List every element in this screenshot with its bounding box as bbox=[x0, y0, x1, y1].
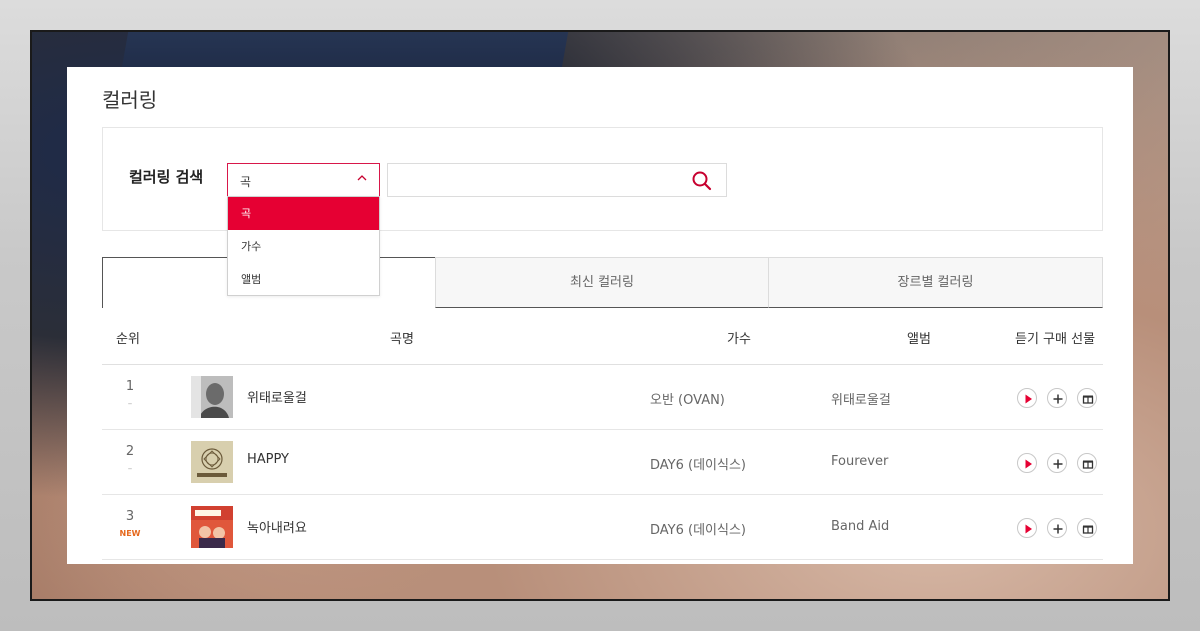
play-icon[interactable] bbox=[1017, 388, 1037, 408]
rank-change: – bbox=[127, 464, 133, 474]
rank-change: – bbox=[127, 399, 133, 409]
search-label: 컬러링 검색 bbox=[129, 168, 204, 186]
chevron-up-icon bbox=[357, 173, 367, 186]
gift-icon[interactable] bbox=[1077, 453, 1097, 473]
header-actions: 듣기 구매 선물 bbox=[1015, 332, 1096, 347]
search-type-value: 곡 bbox=[240, 175, 252, 189]
dropdown-option-album[interactable]: 앨범 bbox=[228, 263, 379, 296]
album-art[interactable] bbox=[191, 506, 233, 548]
table-row: 2 – HAPPY DAY6 (데이식스) Fourever bbox=[102, 430, 1103, 495]
dropdown-option-song[interactable]: 곡 bbox=[228, 197, 379, 230]
header-song: 곡명 bbox=[390, 332, 414, 347]
album-art[interactable] bbox=[191, 441, 233, 483]
page-title: 컬러링 bbox=[102, 88, 158, 112]
dropdown-option-artist[interactable]: 가수 bbox=[228, 230, 379, 263]
search-input[interactable] bbox=[387, 163, 727, 197]
table-header: 순위 곡명 가수 앨범 듣기 구매 선물 bbox=[102, 308, 1103, 365]
header-rank: 순위 bbox=[116, 332, 140, 347]
rank-change-new: NEW bbox=[119, 529, 141, 538]
rank-number: 1 bbox=[125, 379, 135, 394]
tab-latest[interactable]: 최신 컬러링 bbox=[435, 257, 769, 308]
song-title[interactable]: 위태로울걸 bbox=[247, 387, 307, 406]
search-type-dropdown: 곡 가수 앨범 bbox=[227, 196, 380, 296]
album-name[interactable]: Band Aid bbox=[831, 519, 889, 534]
plus-icon[interactable] bbox=[1047, 453, 1067, 473]
artist-name[interactable]: DAY6 (데이식스) bbox=[650, 519, 746, 538]
album-name[interactable]: 위태로울걸 bbox=[831, 389, 891, 408]
rank-number: 2 bbox=[125, 444, 135, 459]
artist-name[interactable]: DAY6 (데이식스) bbox=[650, 454, 746, 473]
play-icon[interactable] bbox=[1017, 518, 1037, 538]
plus-icon[interactable] bbox=[1047, 518, 1067, 538]
plus-icon[interactable] bbox=[1047, 388, 1067, 408]
search-icon[interactable] bbox=[689, 168, 715, 194]
header-artist: 가수 bbox=[727, 332, 751, 347]
gift-icon[interactable] bbox=[1077, 518, 1097, 538]
album-art[interactable] bbox=[191, 376, 233, 418]
artist-name[interactable]: 오반 (OVAN) bbox=[650, 389, 725, 408]
song-title[interactable]: HAPPY bbox=[247, 452, 289, 467]
album-name[interactable]: Fourever bbox=[831, 454, 888, 469]
song-title[interactable]: 녹아내려요 bbox=[247, 517, 307, 536]
play-icon[interactable] bbox=[1017, 453, 1037, 473]
search-type-select[interactable]: 곡 bbox=[227, 163, 380, 197]
header-album: 앨범 bbox=[907, 332, 931, 347]
coloring-panel: 컬러링 컬러링 검색 곡 곡 가수 앨범 최신 컬러링 장르별 컬러링 순위 곡… bbox=[67, 67, 1133, 564]
rank-number: 3 bbox=[125, 509, 135, 524]
tab-genre[interactable]: 장르별 컬러링 bbox=[768, 257, 1103, 308]
gift-icon[interactable] bbox=[1077, 388, 1097, 408]
table-row: 1 – 위태로울걸 오반 (OVAN) 위태로울걸 bbox=[102, 365, 1103, 430]
table-row: 3 NEW 녹아내려요 DAY6 (데이식스) Band Aid bbox=[102, 495, 1103, 560]
